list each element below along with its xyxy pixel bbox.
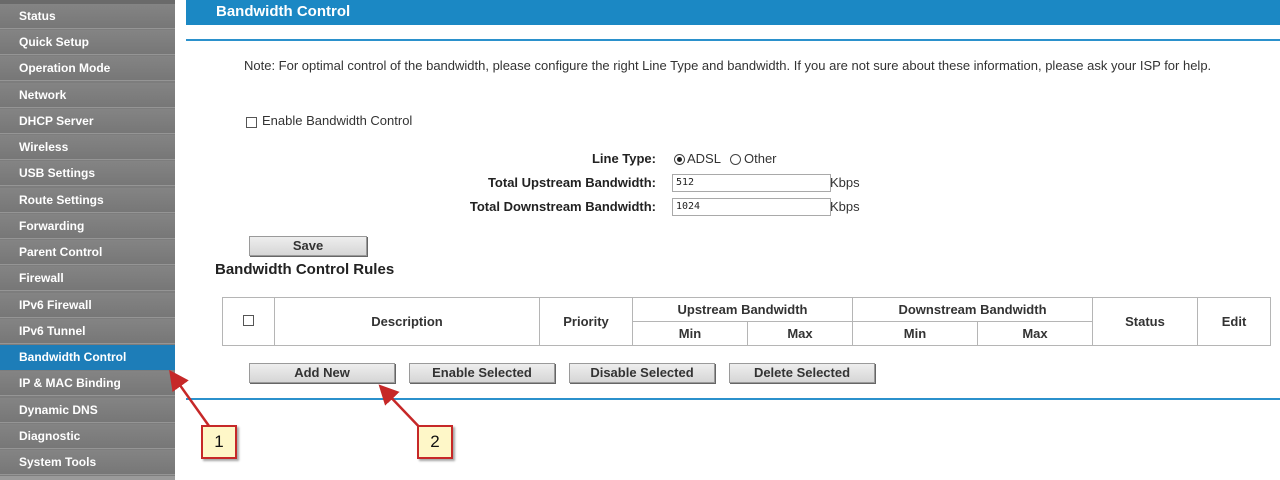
upstream-unit: Kbps: [830, 175, 860, 190]
col-edit: Edit: [1197, 297, 1271, 346]
col-downstream-bandwidth: Downstream Bandwidth: [852, 297, 1093, 322]
sidebar-bottom-edge: [0, 476, 175, 480]
sidebar-item-operation-mode[interactable]: Operation Mode: [0, 56, 175, 81]
sidebar-menu: Status Quick Setup Operation Mode Networ…: [0, 0, 175, 480]
sidebar-item-route-settings[interactable]: Route Settings: [0, 188, 175, 213]
sidebar-item-ipv6-tunnel[interactable]: IPv6 Tunnel: [0, 319, 175, 344]
rules-table: Description Priority Upstream Bandwidth …: [222, 297, 1271, 346]
sidebar-item-system-tools[interactable]: System Tools: [0, 450, 175, 475]
sidebar-item-firewall[interactable]: Firewall: [0, 266, 175, 291]
downstream-bandwidth-input[interactable]: [672, 198, 831, 216]
annotation-label-1: 1: [201, 425, 237, 459]
downstream-unit: Kbps: [830, 199, 860, 214]
enable-selected-button[interactable]: Enable Selected: [409, 363, 555, 383]
bottom-divider: [186, 398, 1280, 400]
sidebar-item-network[interactable]: Network: [0, 83, 175, 108]
enable-bandwidth-control-label: Enable Bandwidth Control: [262, 113, 413, 128]
col-upstream-min: Min: [632, 321, 748, 346]
col-status: Status: [1092, 297, 1198, 346]
enable-bandwidth-control-checkbox[interactable]: [246, 117, 257, 128]
add-new-button[interactable]: Add New: [249, 363, 395, 383]
save-button[interactable]: Save: [249, 236, 367, 256]
annotation-arrow-1: [169, 369, 211, 427]
sidebar-item-parent-control[interactable]: Parent Control: [0, 240, 175, 265]
sidebar-item-quick-setup[interactable]: Quick Setup: [0, 30, 175, 55]
sidebar-item-bandwidth-control[interactable]: Bandwidth Control: [0, 345, 175, 370]
line-type-other-radio[interactable]: [730, 154, 741, 165]
disable-selected-button[interactable]: Disable Selected: [569, 363, 715, 383]
sidebar-item-dhcp-server[interactable]: DHCP Server: [0, 109, 175, 134]
downstream-bandwidth-label: Total Downstream Bandwidth:: [469, 199, 656, 214]
line-type-other-label: Other: [744, 151, 777, 166]
sidebar-item-forwarding[interactable]: Forwarding: [0, 214, 175, 239]
select-all-cell: [222, 297, 275, 346]
page-title: Bandwidth Control: [186, 0, 1280, 25]
radio-selected-dot: [677, 157, 682, 162]
annotation-label-2: 2: [417, 425, 453, 459]
sidebar-item-wireless[interactable]: Wireless: [0, 135, 175, 160]
line-type-label: Line Type:: [591, 151, 656, 166]
select-all-checkbox[interactable]: [243, 315, 254, 326]
col-upstream-max: Max: [747, 321, 853, 346]
sidebar-item-usb-settings[interactable]: USB Settings: [0, 161, 175, 186]
router-admin-page: Status Quick Setup Operation Mode Networ…: [0, 0, 1280, 480]
delete-selected-button[interactable]: Delete Selected: [729, 363, 875, 383]
sidebar-item-dynamic-dns[interactable]: Dynamic DNS: [0, 398, 175, 423]
col-upstream-bandwidth: Upstream Bandwidth: [632, 297, 853, 322]
sidebar-item-diagnostic[interactable]: Diagnostic: [0, 424, 175, 449]
line-type-adsl-radio[interactable]: [674, 154, 685, 165]
rules-section-title: Bandwidth Control Rules: [215, 261, 395, 278]
sidebar-item-ipv6-firewall[interactable]: IPv6 Firewall: [0, 293, 175, 318]
col-downstream-max: Max: [977, 321, 1093, 346]
top-divider: [186, 39, 1280, 41]
col-downstream-min: Min: [852, 321, 978, 346]
sidebar-item-status[interactable]: Status: [0, 4, 175, 29]
sidebar-item-ip-mac-binding[interactable]: IP & MAC Binding: [0, 371, 175, 396]
bandwidth-note: Note: For optimal control of the bandwid…: [244, 58, 1212, 73]
upstream-bandwidth-input[interactable]: [672, 174, 831, 192]
line-type-adsl-label: ADSL: [687, 151, 721, 166]
col-description: Description: [274, 297, 540, 346]
upstream-bandwidth-label: Total Upstream Bandwidth:: [487, 175, 656, 190]
col-priority: Priority: [539, 297, 633, 346]
